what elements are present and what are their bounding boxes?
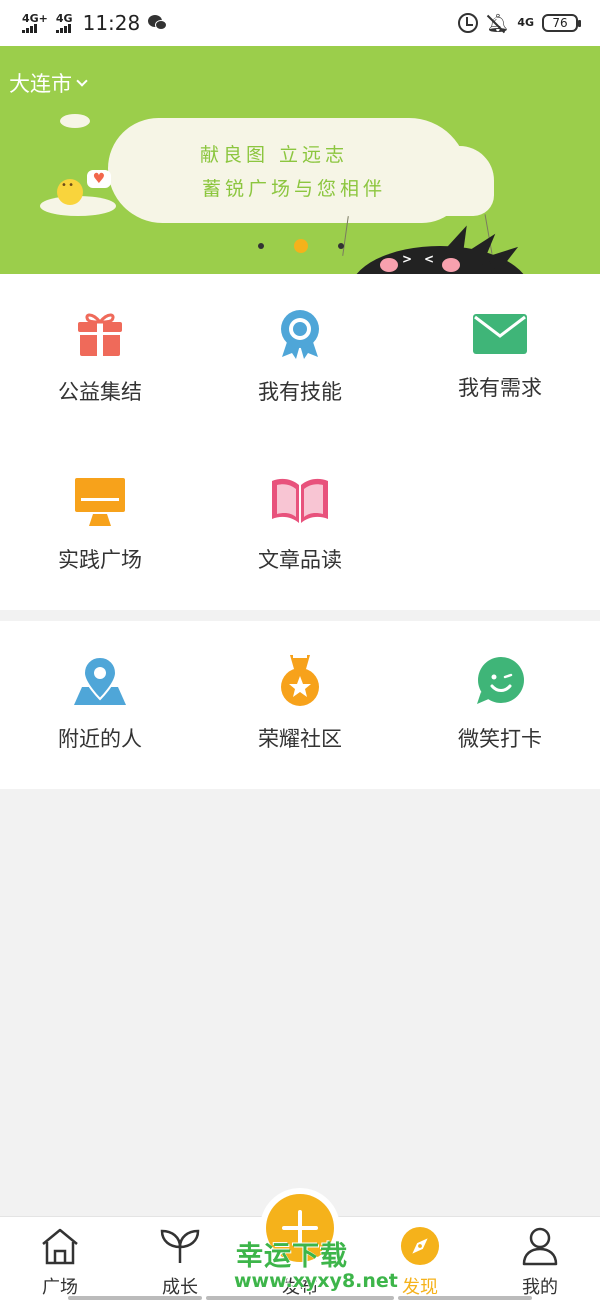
wechat-icon [148,15,168,31]
network-label: 4G [517,16,534,29]
city-label: 大连市 [9,72,72,96]
battery-level: 76 [552,16,568,30]
grid-item-label: 实践广场 [58,548,142,572]
city-selector[interactable]: 大连市 [9,68,88,98]
grid-item-charity[interactable]: 公益集结 [0,274,200,442]
badge-icon [270,304,330,364]
feature-grid: 公益集结 我有技能 我有需求 实践广场 文章品读 [0,274,600,610]
medal-icon [270,651,330,711]
grid-item-label: 文章品读 [258,548,342,572]
alarm-icon [458,13,479,33]
creature-illustration: > < [350,221,530,274]
location-map-icon [70,651,130,711]
grid-item-label: 荣耀社区 [258,727,342,751]
grid-item-articles[interactable]: 文章品读 [200,442,400,610]
grid-item-honor[interactable]: 荣耀社区 [200,621,400,789]
user-icon [520,1225,560,1267]
carousel-indicator [258,239,344,253]
watermark-url: www.xyxy8.net [234,1270,398,1292]
book-icon [270,472,330,532]
banner-slogan-line2: 蓄锐广场与您相伴 [201,178,386,200]
signal-2-label: 4G [55,11,73,25]
compass-icon [400,1225,440,1267]
clock: 11:28 [82,11,141,35]
gesture-bar [398,1296,532,1300]
grid-item-nearby[interactable]: 附近的人 [0,621,200,789]
sprout-icon [160,1225,200,1267]
status-left: 4G+ 4G 11:28 [22,11,168,35]
smile-chat-icon [470,651,530,711]
grid-item-smile-checkin[interactable]: 微笑打卡 [400,621,600,789]
signal-1-label: 4G+ [22,11,48,25]
cloud-decoration [60,114,90,128]
banner-carousel[interactable]: ♥ 献良图 立远志 蓄锐广场与您相伴 > < 大连市 [0,46,600,274]
community-grid: 附近的人 荣耀社区 微笑打卡 [0,621,600,789]
watermark-title: 幸运下载 [236,1241,348,1272]
monitor-icon [70,472,130,532]
battery-icon: 76 [542,14,581,32]
tab-growth[interactable]: 成长 [120,1217,240,1300]
grid-item-label: 微笑打卡 [458,727,542,751]
signal-icon: 4G+ [22,11,48,33]
grid-item-label: 公益集结 [58,380,142,404]
carousel-dot[interactable] [338,243,344,249]
status-right: 🔔︎ 4G 76 [458,12,581,34]
carousel-dot[interactable] [258,243,264,249]
signal-icon-2: 4G [55,11,73,33]
carousel-dot-active[interactable] [294,239,308,253]
gesture-bar [68,1296,202,1300]
grid-item-label: 附近的人 [58,727,142,751]
mute-bell-icon: 🔔︎ [486,12,510,34]
chevron-down-icon [76,75,88,87]
cloud-decoration [108,118,468,223]
tab-plaza[interactable]: 广场 [0,1217,120,1300]
grid-item-practice[interactable]: 实践广场 [0,442,200,610]
grid-item-label: 我有需求 [458,376,542,400]
status-bar: 4G+ 4G 11:28 🔔︎ 4G 76 [0,0,600,46]
tab-mine[interactable]: 我的 [480,1217,600,1300]
grid-item-needs[interactable]: 我有需求 [400,274,600,442]
home-icon [40,1225,80,1267]
gift-icon [70,304,130,364]
grid-item-label: 我有技能 [258,380,342,404]
mail-icon [470,304,530,364]
gesture-bar [206,1296,394,1300]
grid-item-skills[interactable]: 我有技能 [200,274,400,442]
banner-slogan-line1: 献良图 立远志 [199,144,349,166]
